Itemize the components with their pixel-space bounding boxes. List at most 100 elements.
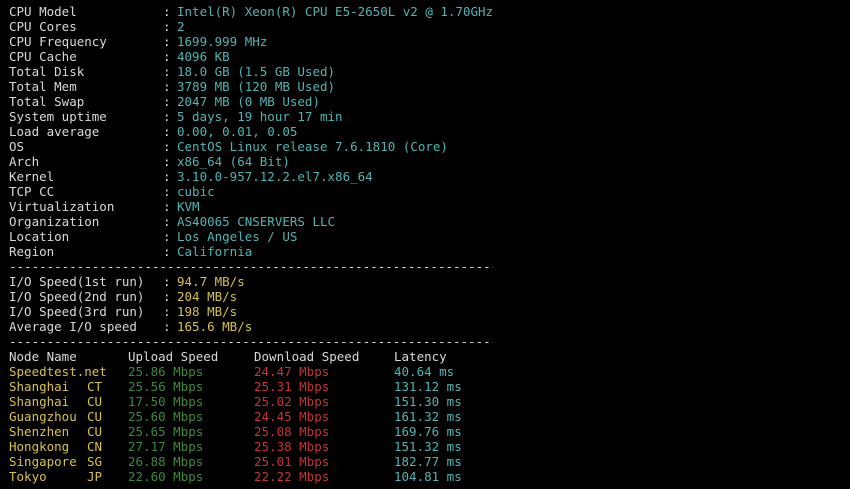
info-key: System uptime	[9, 109, 107, 124]
io-speed-row: Average I/O speed:165.6 MB/s	[9, 319, 850, 334]
info-value: 3789 MB (120 MB Used)	[177, 79, 336, 94]
info-key: Load average	[9, 124, 100, 139]
info-value: AS40065 CNSERVERS LLC	[177, 214, 336, 229]
latency-value: 169.76 ms	[394, 424, 462, 439]
node-code: CU	[87, 409, 103, 424]
system-info-row: OS: CentOS Linux release 7.6.1810 (Core)	[9, 139, 850, 154]
info-value: Los Angeles / US	[177, 229, 298, 244]
info-key: CPU Frequency	[9, 34, 107, 49]
upload-speed: 17.50 Mbps	[128, 394, 204, 409]
io-speed-row: I/O Speed(3rd run):198 MB/s	[9, 304, 850, 319]
io-separator: :	[163, 274, 171, 289]
upload-speed: 25.56 Mbps	[128, 379, 204, 394]
upload-speed: 25.60 Mbps	[128, 409, 204, 424]
system-info-row: System uptime:5 days, 19 hour 17 min	[9, 109, 850, 124]
speedtest-row: Shenzhen CU 25.65 Mbps 25.08 Mbps 169.76 ms	[9, 424, 850, 439]
system-info-row: Region: California	[9, 244, 850, 259]
info-key: Total Swap	[9, 94, 85, 109]
info-separator: :	[163, 139, 171, 154]
info-key: Total Disk	[9, 64, 85, 79]
download-speed: 22.22 Mbps	[254, 469, 330, 484]
info-separator: :	[163, 49, 171, 64]
info-separator: :	[163, 169, 171, 184]
io-separator: :	[163, 319, 171, 334]
node-code: CU	[87, 424, 103, 439]
speedtest-row: Hongkong CN 27.17 Mbps 25.38 Mbps 151.32 ms	[9, 439, 850, 454]
info-separator: :	[163, 154, 171, 169]
speedtest-row: Guangzhou CU 25.60 Mbps 24.45 Mbps 161.32 ms	[9, 409, 850, 424]
info-value: California	[177, 244, 253, 259]
download-speed: 24.45 Mbps	[254, 409, 330, 424]
info-value: CentOS Linux release 7.6.1810 (Core)	[177, 139, 448, 154]
header-download-speed: Download Speed	[254, 349, 360, 364]
system-info-row: CPU Frequency:1699.999 MHz	[9, 34, 850, 49]
node-code: CU	[87, 394, 103, 409]
speedtest-row: Shanghai CT 25.56 Mbps 25.31 Mbps 131.12 ms	[9, 379, 850, 394]
info-value: 18.0 GB (1.5 GB Used)	[177, 64, 336, 79]
info-value: x86_64 (64 Bit)	[177, 154, 290, 169]
info-value: 3.10.0-957.12.2.el7.x86_64	[177, 169, 373, 184]
info-key: Organization	[9, 214, 100, 229]
header-node-name: Node Name	[9, 349, 77, 364]
speedtest-row: Singapore SG 26.88 Mbps 25.01 Mbps 182.77 ms	[9, 454, 850, 469]
download-speed: 25.08 Mbps	[254, 424, 330, 439]
info-value: 0.00, 0.01, 0.05	[177, 124, 298, 139]
download-speed: 25.02 Mbps	[254, 394, 330, 409]
io-separator: :	[163, 289, 171, 304]
info-key: OS	[9, 139, 25, 154]
info-separator: :	[163, 4, 171, 19]
system-info-row: Virtualization: KVM	[9, 199, 850, 214]
speedtest-rows: Speedtest.net 25.86 Mbps 24.47 Mbps 40.64 m…	[9, 364, 850, 484]
info-value: 4096 KB	[177, 49, 230, 64]
latency-value: 131.12 ms	[394, 379, 462, 394]
info-separator: :	[163, 229, 171, 244]
io-key: Average I/O speed	[9, 319, 137, 334]
system-info-row: Organization: AS40065 CNSERVERS LLC	[9, 214, 850, 229]
node-name: Hongkong	[9, 439, 70, 454]
info-separator: :	[163, 214, 171, 229]
system-info-row: Arch: x86_64 (64 Bit)	[9, 154, 850, 169]
info-value: cubic	[177, 184, 215, 199]
system-info-row: Kernel:3.10.0-957.12.2.el7.x86_64	[9, 169, 850, 184]
info-separator: :	[163, 34, 171, 49]
info-value: 2	[177, 19, 185, 34]
latency-value: 182.77 ms	[394, 454, 462, 469]
info-key: TCP CC	[9, 184, 55, 199]
system-info-row: CPU Cores:2	[9, 19, 850, 34]
download-speed: 24.47 Mbps	[254, 364, 330, 379]
download-speed: 25.38 Mbps	[254, 439, 330, 454]
system-info-row: Load average:0.00, 0.01, 0.05	[9, 124, 850, 139]
speedtest-row: Speedtest.net 25.86 Mbps 24.47 Mbps 40.64 m…	[9, 364, 850, 379]
node-code: CT	[87, 379, 103, 394]
info-key: CPU Cache	[9, 49, 77, 64]
divider-line-1: ----------------------------------------…	[9, 259, 493, 274]
header-upload-speed: Upload Speed	[128, 349, 219, 364]
info-key: Kernel	[9, 169, 55, 184]
io-separator: :	[163, 304, 171, 319]
info-value: 2047 MB (0 MB Used)	[177, 94, 320, 109]
system-info-row: Total Disk:18.0 GB (1.5 GB Used)	[9, 64, 850, 79]
download-speed: 25.31 Mbps	[254, 379, 330, 394]
info-key: Virtualization	[9, 199, 115, 214]
system-info-row: TCP CC: cubic	[9, 184, 850, 199]
io-speed-section: I/O Speed(1st run):94.7 MB/s I/O Speed(2n…	[9, 274, 850, 334]
system-info-row: Total Mem:3789 MB (120 MB Used)	[9, 79, 850, 94]
system-info-row: Total Swap:2047 MB (0 MB Used)	[9, 94, 850, 109]
upload-speed: 25.86 Mbps	[128, 364, 204, 379]
info-key: Total Mem	[9, 79, 77, 94]
node-code: SG	[87, 454, 103, 469]
info-separator: :	[163, 109, 171, 124]
info-separator: :	[163, 184, 171, 199]
divider-line-2: ----------------------------------------…	[9, 334, 493, 349]
node-name: Shanghai	[9, 394, 70, 409]
node-code: JP	[87, 469, 103, 484]
speedtest-row: Tokyo JP 22.60 Mbps 22.22 Mbps 104.81 ms	[9, 469, 850, 484]
info-separator: :	[163, 199, 171, 214]
info-separator: :	[163, 19, 171, 34]
speedtest-header-row: Node Name Upload Speed Download Speed La…	[9, 349, 850, 364]
download-speed: 25.01 Mbps	[254, 454, 330, 469]
upload-speed: 22.60 Mbps	[128, 469, 204, 484]
node-code: CN	[87, 439, 103, 454]
info-key: CPU Cores	[9, 19, 77, 34]
terminal-output: CPU Model: Intel(R) Xeon(R) CPU E5-2650L …	[9, 4, 850, 489]
